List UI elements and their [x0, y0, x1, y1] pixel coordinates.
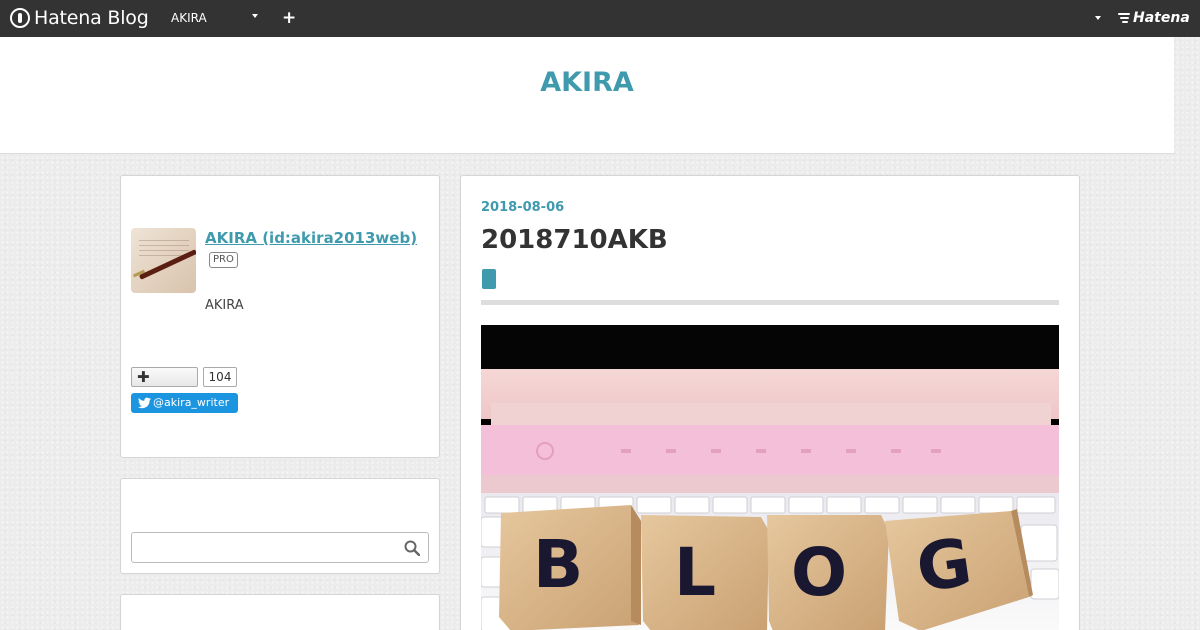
hatena-logo-text: Hatena [1133, 10, 1190, 26]
twitter-follow-button[interactable]: @akira_writer [131, 393, 238, 413]
image-letter-o: O [791, 534, 847, 611]
twitter-handle: @akira_writer [153, 396, 230, 409]
blog-switcher-label[interactable]: AKIRA [171, 11, 207, 25]
plus-icon: ✚ [137, 368, 150, 386]
image-letter-l: L [674, 534, 716, 611]
chevron-down-icon[interactable] [252, 14, 258, 18]
twitter-icon [138, 397, 151, 409]
entry-article: 2018-08-06 2018710AKB B L O G [460, 175, 1080, 630]
profile-description: AKIRA [205, 298, 244, 313]
profile-name-link[interactable]: AKIRA (id:akira2013web) [205, 229, 417, 247]
search-module [120, 478, 440, 574]
search-icon[interactable] [404, 540, 420, 556]
hatena-blog-logo-icon [10, 8, 30, 28]
entry-title[interactable]: 2018710AKB [481, 225, 668, 255]
blog-header: AKIRA [0, 37, 1174, 154]
entry-date[interactable]: 2018-08-06 [481, 200, 564, 215]
hatena-icon [1118, 13, 1130, 23]
hatena-blog-logo[interactable]: Hatena Blog [10, 7, 149, 29]
pro-badge: PRO [209, 252, 238, 268]
hatena-blog-logo-text: Hatena Blog [34, 7, 149, 29]
global-header: Hatena Blog AKIRA + Hatena [0, 0, 1200, 37]
hatena-logo[interactable]: Hatena [1118, 10, 1190, 26]
follower-count[interactable]: 104 [203, 367, 237, 387]
follow-button[interactable]: ✚ [131, 367, 198, 387]
avatar[interactable] [131, 228, 196, 293]
profile-module: AKIRA (id:akira2013web) PRO AKIRA ✚ 104 … [120, 175, 440, 458]
sidebar-module [120, 594, 440, 630]
user-menu-chevron-down-icon[interactable] [1095, 16, 1101, 20]
blog-title[interactable]: AKIRA [0, 67, 1174, 98]
entry-divider [481, 300, 1059, 305]
add-entry-button[interactable]: + [282, 8, 296, 28]
image-letter-g: G [912, 524, 976, 608]
entry-category-tag[interactable] [482, 269, 496, 289]
search-input[interactable] [131, 532, 429, 563]
image-letter-b: B [533, 526, 583, 603]
entry-eyecatch-image: B L O G [481, 325, 1059, 630]
